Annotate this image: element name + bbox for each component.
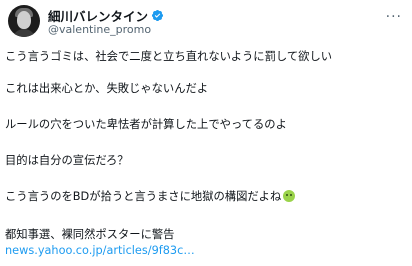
tweet-line: こう言うゴミは、社会で二度と立ち直れないように罰して欲しい [5, 50, 333, 63]
tweet-header: 細川バレンタイン @valentine_promo ··· [8, 3, 406, 39]
verified-badge-icon [151, 9, 164, 22]
tweet-line-with-emoji: こう言うのをBDが拾うと言うまさに地獄の構図だよね [5, 190, 296, 203]
avatar-body [12, 29, 36, 37]
nauseated-face-emoji-icon [283, 190, 296, 202]
tweet-line: これは出来心とか、失敗じゃないんだよ [5, 82, 209, 95]
tweet-line: こう言うのをBDが拾うと言うまさに地獄の構図だよね [5, 190, 282, 203]
article-link[interactable]: news.yahoo.co.jp/articles/9f83c… [5, 244, 195, 257]
author-handle[interactable]: @valentine_promo [48, 23, 151, 36]
avatar-face [17, 11, 31, 29]
tweet-line: 目的は自分の宣伝だろ？ [5, 154, 129, 167]
more-options-icon[interactable]: ··· [386, 9, 402, 25]
tweet-line: ルールの穴をついた卑怯者が計算した上でやってるのよ [5, 118, 287, 131]
avatar[interactable] [8, 5, 40, 37]
tweet-line: 都知事選、裸同然ポスターに警告 [5, 228, 175, 241]
